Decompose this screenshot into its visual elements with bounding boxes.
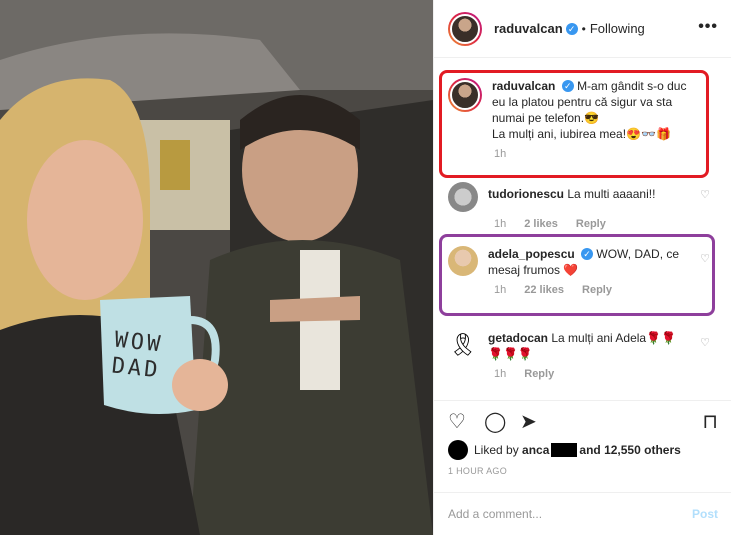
author-username[interactable]: raduvalcan [494,21,563,36]
post-comment-button[interactable]: Post [692,507,718,521]
liker-username[interactable]: anca [522,443,549,457]
comment-text: tudorionescu La multi aaaani!! [488,186,698,212]
add-comment-bar: Add a comment... Post [434,492,731,535]
reply-button[interactable]: Reply [576,218,606,230]
comment-username[interactable]: tudorionescu [488,187,564,201]
author-avatar[interactable] [448,11,482,46]
like-comment-icon[interactable]: ♡ [700,188,710,201]
like-comment-icon[interactable]: ♡ [700,336,710,349]
comment-time[interactable]: 1h [494,368,506,380]
mug-line2: DAD [110,353,162,384]
like-icon[interactable]: ♡ [448,409,466,434]
liker-avatar[interactable] [448,440,468,460]
post-time[interactable]: 1 HOUR AGO [448,466,507,476]
following-button[interactable]: Following [590,21,645,36]
post-photo[interactable]: WOW DAD [0,0,433,535]
comment-username[interactable]: getadocan [488,331,548,345]
comment-likes[interactable]: 2 likes [524,218,558,230]
commenter-avatar[interactable] [448,182,478,212]
verified-icon: ✓ [565,22,578,35]
more-options-icon[interactable]: ••• [698,18,718,36]
reply-button[interactable]: Reply [524,368,554,380]
comment-text: getadocan La mulți ani Adela🌹🌹🌹🌹🌹 [488,330,688,362]
highlight-box-purple [439,234,715,316]
highlight-box-red [439,70,709,178]
action-bar: ♡ ◯ ➤ ⊓ [434,400,731,438]
add-comment-input[interactable]: Add a comment... [448,507,542,521]
liked-prefix: Liked by [474,443,519,457]
bookmark-icon[interactable]: ⊓ [702,409,718,434]
comment-time[interactable]: 1h [494,218,506,230]
comment-item: 🎗 getadocan La mulți ani Adela🌹🌹🌹🌹🌹 1h R… [448,330,718,380]
post-header: raduvalcan ✓ • Following ••• [434,0,731,58]
comment-icon[interactable]: ◯ [484,409,506,434]
liked-by: Liked by anca and 12,550 others [448,440,681,460]
liked-suffix[interactable]: and 12,550 others [579,443,680,457]
comment-body: La multi aaaani!! [567,187,656,201]
comment-item: tudorionescu La multi aaaani!! 1h 2 like… [448,182,718,230]
redaction-block [551,443,578,457]
share-icon[interactable]: ➤ [520,409,537,434]
dot-separator: • [581,21,586,36]
mug-text: WOW DAD [110,328,165,385]
photo-illustration [0,0,433,535]
commenter-avatar[interactable]: 🎗 [448,330,478,360]
